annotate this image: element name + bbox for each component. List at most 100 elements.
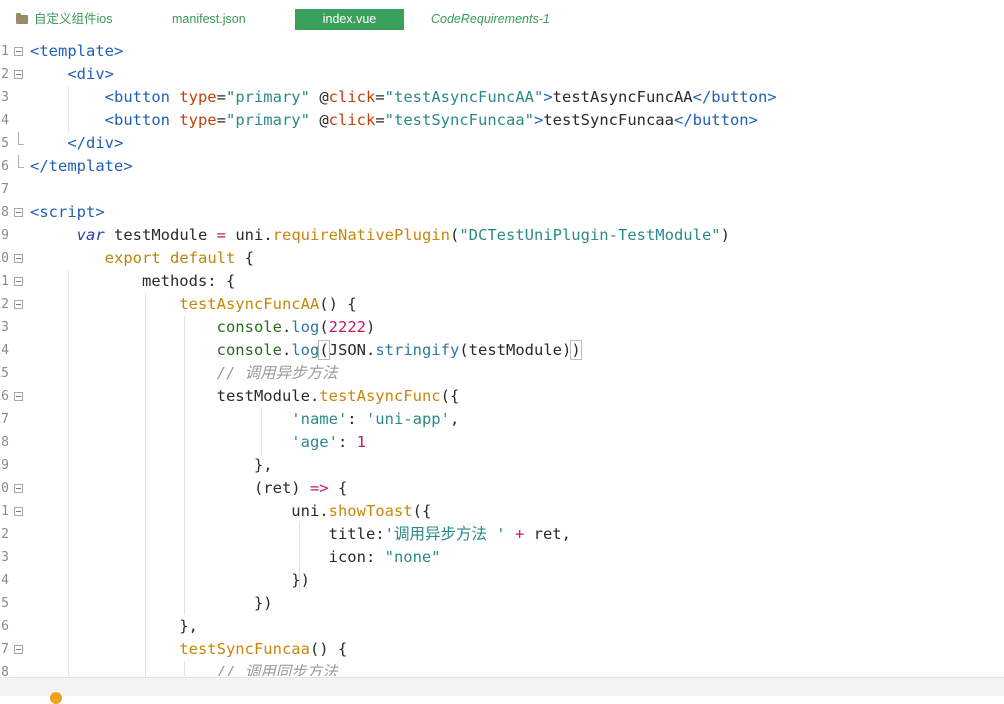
code-text: testSyncFuncaa() {	[30, 638, 347, 661]
code-line[interactable]: 15 // 调用异步方法	[0, 362, 1004, 385]
code-text: // 调用异步方法	[30, 362, 338, 385]
code-text: title:'调用异步方法 ' + ret,	[30, 523, 571, 546]
code-token: (	[319, 318, 329, 336]
code-line[interactable]: 7	[0, 178, 1004, 201]
code-text: <button type="primary" @click="testAsync…	[30, 86, 777, 109]
code-text: // 调用同步方法	[30, 661, 338, 676]
code-token: ({	[440, 387, 460, 405]
code-line[interactable]: 13 console.log(2222)	[0, 316, 1004, 339]
code-token: showToast	[328, 502, 413, 520]
code-text: })	[30, 592, 273, 615]
line-number: 26	[0, 619, 9, 634]
code-text: testModule.testAsyncFunc({	[30, 385, 460, 408]
code-editor[interactable]: 1 <template> 2 <div> 3 <button type="primar…	[0, 40, 1004, 676]
code-line[interactable]: 24 })	[0, 569, 1004, 592]
code-token: 'name'	[291, 410, 348, 428]
code-token: 2222	[328, 318, 366, 336]
code-text: },	[30, 454, 273, 477]
fold-toggle-icon[interactable]	[14, 47, 23, 56]
code-line[interactable]: 19 },	[0, 454, 1004, 477]
line-number: 13	[0, 320, 9, 335]
code-line[interactable]: 26 },	[0, 615, 1004, 638]
code-line[interactable]: 8 <script>	[0, 201, 1004, 224]
line-number: 20	[0, 481, 9, 496]
fold-toggle-icon[interactable]	[14, 300, 23, 309]
fold-toggle-icon[interactable]	[14, 484, 23, 493]
tab-code-requirements[interactable]: CodeRequirements-1	[431, 9, 550, 30]
fold-toggle-icon[interactable]	[14, 208, 23, 217]
code-line[interactable]: 1 <template>	[0, 40, 1004, 63]
code-token: testSyncFuncaa	[543, 111, 674, 129]
tab-index-vue[interactable]: index.vue	[295, 9, 404, 30]
code-token: default	[170, 249, 236, 267]
code-token: 1	[356, 433, 366, 451]
fold-toggle-icon[interactable]	[14, 70, 23, 79]
code-token: ret,	[524, 525, 571, 543]
code-line[interactable]: 9 var testModule = uni.requireNativePlug…	[0, 224, 1004, 247]
code-token: export	[104, 249, 161, 267]
code-line[interactable]: 22 title:'调用异步方法 ' + ret,	[0, 523, 1004, 546]
code-token: .	[281, 318, 292, 336]
line-number: 10	[0, 251, 9, 266]
code-line[interactable]: 23 icon: "none"	[0, 546, 1004, 569]
line-number: 6	[1, 159, 9, 174]
code-token: =	[216, 88, 226, 106]
editor-tab-bar: 自定义组件ios manifest.json index.vue CodeReq…	[0, 0, 1004, 40]
code-token: uni.	[30, 502, 329, 520]
line-number: 1	[1, 44, 9, 59]
code-line[interactable]: 6 </template>	[0, 155, 1004, 178]
fold-toggle-icon[interactable]	[14, 645, 23, 654]
code-token: type	[179, 88, 217, 106]
code-line[interactable]: 2 <div>	[0, 63, 1004, 86]
code-line[interactable]: 28 // 调用同步方法	[0, 661, 1004, 676]
code-line[interactable]: 16 testModule.testAsyncFunc({	[0, 385, 1004, 408]
tab-project-folder[interactable]: 自定义组件ios	[16, 9, 112, 30]
code-line[interactable]: 21 uni.showToast({	[0, 500, 1004, 523]
code-text: (ret) => {	[30, 477, 347, 500]
code-line[interactable]: 25 })	[0, 592, 1004, 615]
code-token: },	[30, 456, 273, 474]
code-token: () {	[319, 295, 357, 313]
code-text: 'name': 'uni-app',	[30, 408, 459, 431]
code-token: ,	[449, 410, 460, 428]
code-line[interactable]: 4 <button type="primary" @click="testSyn…	[0, 109, 1004, 132]
code-token: </template>	[30, 157, 133, 175]
code-token: testAsyncFunc	[319, 387, 441, 405]
code-token: =	[216, 226, 226, 244]
code-token: )	[365, 318, 376, 336]
code-text: console.log(2222)	[30, 316, 376, 339]
line-number: 4	[1, 113, 9, 128]
fold-toggle-icon[interactable]	[14, 392, 23, 401]
code-token: <template>	[30, 42, 124, 60]
code-line[interactable]: 3 <button type="primary" @click="testAsy…	[0, 86, 1004, 109]
fold-toggle-icon[interactable]	[14, 254, 23, 263]
line-number: 21	[0, 504, 9, 519]
code-token: <button	[104, 111, 180, 129]
code-token: },	[30, 617, 198, 635]
code-token: // 调用异步方法	[216, 364, 338, 382]
code-line[interactable]: 11 methods: {	[0, 270, 1004, 293]
code-line[interactable]: 10 export default {	[0, 247, 1004, 270]
code-line[interactable]: 12 testAsyncFuncAA() {	[0, 293, 1004, 316]
code-token: >	[543, 88, 553, 106]
code-line[interactable]: 14 console.log(JSON.stringify(testModule…	[0, 339, 1004, 362]
code-line[interactable]: 18 'age': 1	[0, 431, 1004, 454]
code-token: icon:	[30, 548, 385, 566]
code-token: '调用异步方法 '	[384, 525, 506, 543]
code-line[interactable]: 27 testSyncFuncaa() {	[0, 638, 1004, 661]
fold-toggle-icon[interactable]	[14, 507, 23, 516]
tab-manifest-json[interactable]: manifest.json	[172, 9, 246, 30]
code-line[interactable]: 17 'name': 'uni-app',	[0, 408, 1004, 431]
fold-toggle-icon[interactable]	[14, 277, 23, 286]
code-token: .	[281, 341, 292, 359]
code-line[interactable]: 20 (ret) => {	[0, 477, 1004, 500]
code-token: =>	[309, 479, 329, 497]
tab-label: 自定义组件ios	[34, 12, 113, 26]
code-text: </div>	[30, 132, 123, 155]
code-token: log	[291, 318, 320, 336]
code-line[interactable]: 5 </div>	[0, 132, 1004, 155]
